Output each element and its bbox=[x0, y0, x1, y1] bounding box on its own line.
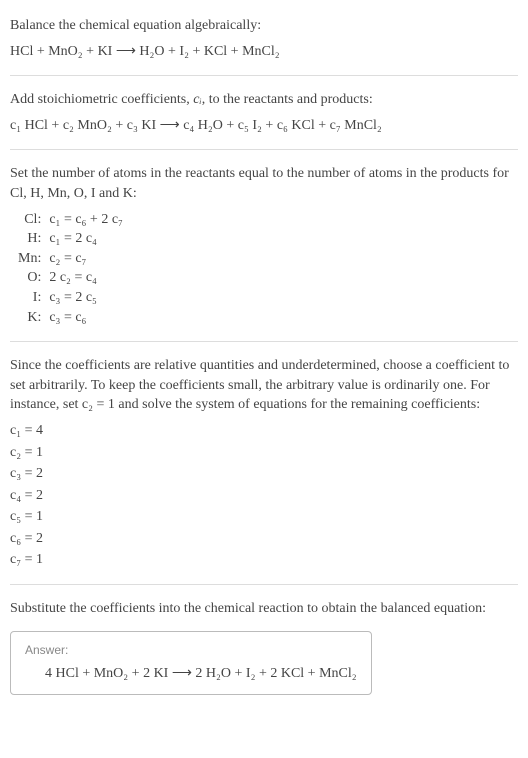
element-label: H: bbox=[14, 229, 45, 249]
balance-equation: c₁ = c₆ + 2 c₇ bbox=[45, 210, 127, 230]
balance-equation: c₃ = 2 c₅ bbox=[45, 288, 127, 308]
table-row: K: c₃ = c₆ bbox=[14, 308, 127, 328]
coefficient-solutions: c₁ = 4 c₂ = 1 c₃ = 2 c₄ = 2 c₅ = 1 c₆ = … bbox=[10, 421, 518, 570]
atom-balance-text: Set the number of atoms in the reactants… bbox=[10, 164, 518, 203]
table-row: Mn: c₂ = c₇ bbox=[14, 249, 127, 269]
table-row: I: c₃ = 2 c₅ bbox=[14, 288, 127, 308]
solution-line: c₄ = 2 bbox=[10, 486, 518, 506]
solution-line: c₇ = 1 bbox=[10, 550, 518, 570]
divider bbox=[10, 149, 518, 150]
solution-line: c₂ = 1 bbox=[10, 443, 518, 463]
solution-line: c₁ = 4 bbox=[10, 421, 518, 441]
divider bbox=[10, 584, 518, 585]
balance-equation: 2 c₂ = c₄ bbox=[45, 268, 127, 288]
table-row: O: 2 c₂ = c₄ bbox=[14, 268, 127, 288]
element-label: I: bbox=[14, 288, 45, 308]
solution-line: c₅ = 1 bbox=[10, 507, 518, 527]
element-label: O: bbox=[14, 268, 45, 288]
solution-line: c₃ = 2 bbox=[10, 464, 518, 484]
add-coefficients-text: Add stoichiometric coefficients, cᵢ, to … bbox=[10, 90, 518, 110]
unbalanced-equation: HCl + MnO₂ + KI ⟶ H₂O + I₂ + KCl + MnCl₂ bbox=[10, 42, 518, 62]
text-part: , to the reactants and products: bbox=[202, 92, 373, 107]
atom-balance-table: Cl: c₁ = c₆ + 2 c₇ H: c₁ = 2 c₄ Mn: c₂ =… bbox=[14, 210, 127, 328]
balance-equation: c₁ = 2 c₄ bbox=[45, 229, 127, 249]
table-row: Cl: c₁ = c₆ + 2 c₇ bbox=[14, 210, 127, 230]
element-label: Mn: bbox=[14, 249, 45, 269]
balance-equation: c₂ = c₇ bbox=[45, 249, 127, 269]
balanced-equation: 4 HCl + MnO₂ + 2 KI ⟶ 2 H₂O + I₂ + 2 KCl… bbox=[25, 664, 357, 684]
divider bbox=[10, 341, 518, 342]
solve-instructions: Since the coefficients are relative quan… bbox=[10, 356, 518, 415]
intro-text: Balance the chemical equation algebraica… bbox=[10, 16, 518, 36]
element-label: K: bbox=[14, 308, 45, 328]
answer-label: Answer: bbox=[25, 642, 357, 659]
coeff-symbol: cᵢ bbox=[193, 92, 201, 107]
answer-box: Answer: 4 HCl + MnO₂ + 2 KI ⟶ 2 H₂O + I₂… bbox=[10, 631, 372, 695]
balance-equation: c₃ = c₆ bbox=[45, 308, 127, 328]
divider bbox=[10, 75, 518, 76]
text-part: Add stoichiometric coefficients, bbox=[10, 92, 193, 107]
solution-line: c₆ = 2 bbox=[10, 529, 518, 549]
table-row: H: c₁ = 2 c₄ bbox=[14, 229, 127, 249]
coefficients-equation: c₁ HCl + c₂ MnO₂ + c₃ KI ⟶ c₄ H₂O + c₅ I… bbox=[10, 116, 518, 136]
element-label: Cl: bbox=[14, 210, 45, 230]
substitute-text: Substitute the coefficients into the che… bbox=[10, 599, 518, 619]
